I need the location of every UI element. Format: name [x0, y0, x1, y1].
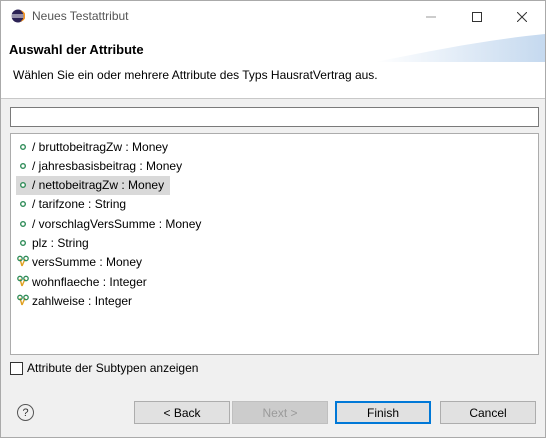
- list-item[interactable]: wohnflaeche : Integer: [16, 272, 153, 291]
- list-item[interactable]: / bruttobeitragZw : Money: [16, 137, 174, 156]
- attribute-list[interactable]: / bruttobeitragZw : Money / jahresbasisbe…: [10, 133, 539, 355]
- list-item-label: / nettobeitragZw : Money: [32, 178, 165, 193]
- dialog-window: Neues Testattribut Auswahl der Attribute…: [0, 0, 546, 438]
- list-item-label: / vorschlagVersSumme : Money: [32, 216, 202, 231]
- list-item-label: plz : String: [32, 236, 89, 250]
- attribute-dot-icon: [16, 178, 30, 192]
- list-item-label: / tarifzone : String: [32, 197, 127, 212]
- list-item-label: zahlweise : Integer: [32, 293, 133, 308]
- close-button[interactable]: [499, 1, 545, 32]
- list-item[interactable]: / nettobeitragZw : Money: [16, 175, 171, 195]
- page-description: Wählen Sie ein oder mehrere Attribute de…: [13, 68, 378, 82]
- header-banner-graphic: [375, 34, 545, 62]
- next-button[interactable]: Next >: [232, 401, 328, 424]
- attribute-dot-icon: [16, 217, 30, 231]
- show-subtypes-label[interactable]: Attribute der Subtypen anzeigen: [27, 361, 198, 375]
- minimize-button[interactable]: [408, 1, 454, 32]
- window-title: Neues Testattribut: [32, 9, 129, 23]
- list-item-label: versSumme : Money: [32, 255, 143, 270]
- list-item-label: / bruttobeitragZw : Money: [32, 139, 169, 154]
- list-item[interactable]: zahlweise : Integer: [16, 291, 138, 310]
- show-subtypes-checkbox[interactable]: [10, 362, 23, 375]
- eclipse-app-icon: [11, 9, 25, 23]
- list-item[interactable]: / jahresbasisbeitrag : Money: [16, 156, 188, 175]
- list-item[interactable]: versSumme : Money: [16, 253, 148, 272]
- product-attribute-icon: [16, 275, 30, 289]
- page-title: Auswahl der Attribute: [9, 42, 144, 57]
- maximize-button[interactable]: [454, 1, 500, 32]
- list-item[interactable]: / vorschlagVersSumme : Money: [16, 214, 207, 233]
- close-icon: [517, 11, 527, 22]
- attribute-dot-icon: [16, 140, 30, 154]
- wizard-header: Auswahl der Attribute Wählen Sie ein ode…: [1, 32, 545, 99]
- maximize-icon: [472, 11, 482, 22]
- cancel-button[interactable]: Cancel: [440, 401, 536, 424]
- list-item-label: / jahresbasisbeitrag : Money: [32, 158, 183, 173]
- finish-button[interactable]: Finish: [335, 401, 431, 424]
- help-button[interactable]: ?: [17, 404, 34, 421]
- filter-input[interactable]: [10, 107, 539, 127]
- product-attribute-icon: [16, 294, 30, 308]
- list-item[interactable]: plz : String: [16, 234, 95, 253]
- title-bar: Neues Testattribut: [1, 1, 545, 32]
- minimize-icon: [426, 16, 436, 17]
- product-attribute-icon: [16, 255, 30, 269]
- list-item-label: wohnflaeche : Integer: [32, 274, 147, 289]
- list-item[interactable]: / tarifzone : String: [16, 195, 132, 214]
- back-button[interactable]: < Back: [134, 401, 230, 424]
- attribute-dot-icon: [16, 197, 30, 211]
- attribute-dot-icon: [16, 159, 30, 173]
- help-icon: ?: [22, 406, 29, 419]
- attribute-dot-icon: [16, 236, 30, 250]
